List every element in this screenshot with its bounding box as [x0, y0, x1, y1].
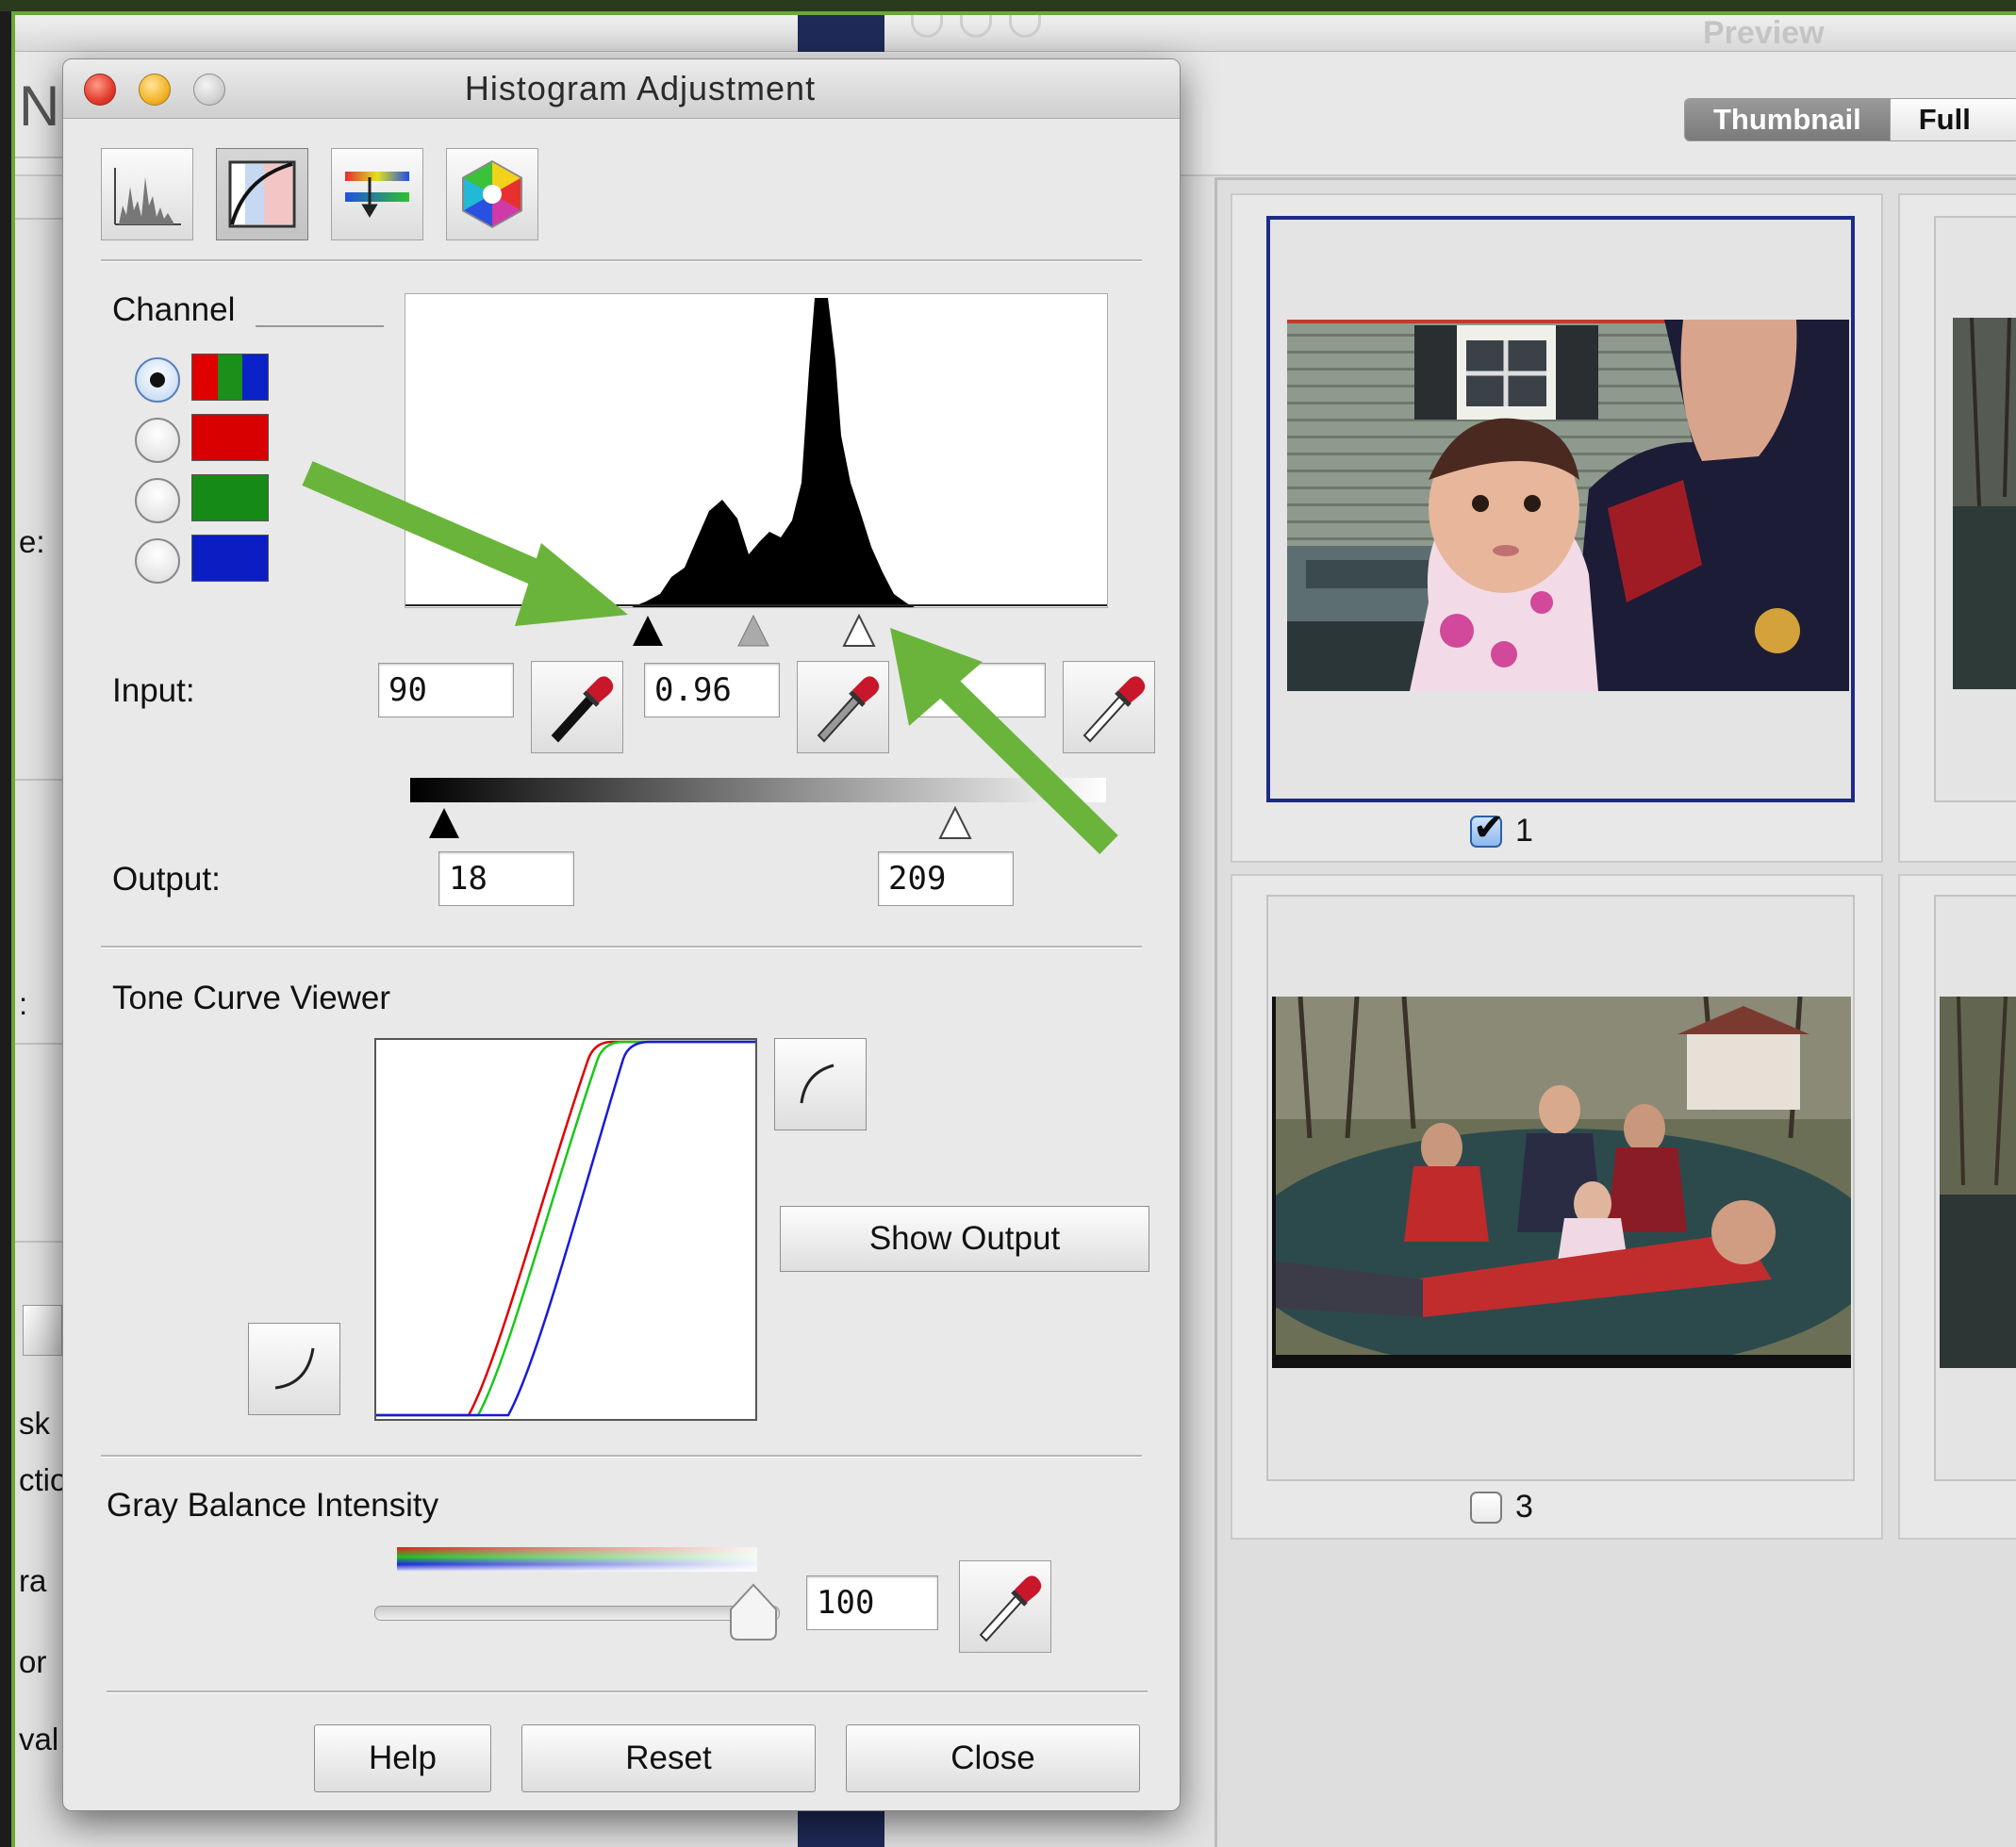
arrow-to-black-point	[302, 461, 628, 626]
desktop-edge	[0, 0, 2016, 11]
arrow-to-white-point	[890, 628, 1118, 855]
annotation-overlay	[302, 461, 1118, 855]
screen: Preview Thumbnail Full S N e: : sk ctio …	[11, 11, 2016, 1847]
